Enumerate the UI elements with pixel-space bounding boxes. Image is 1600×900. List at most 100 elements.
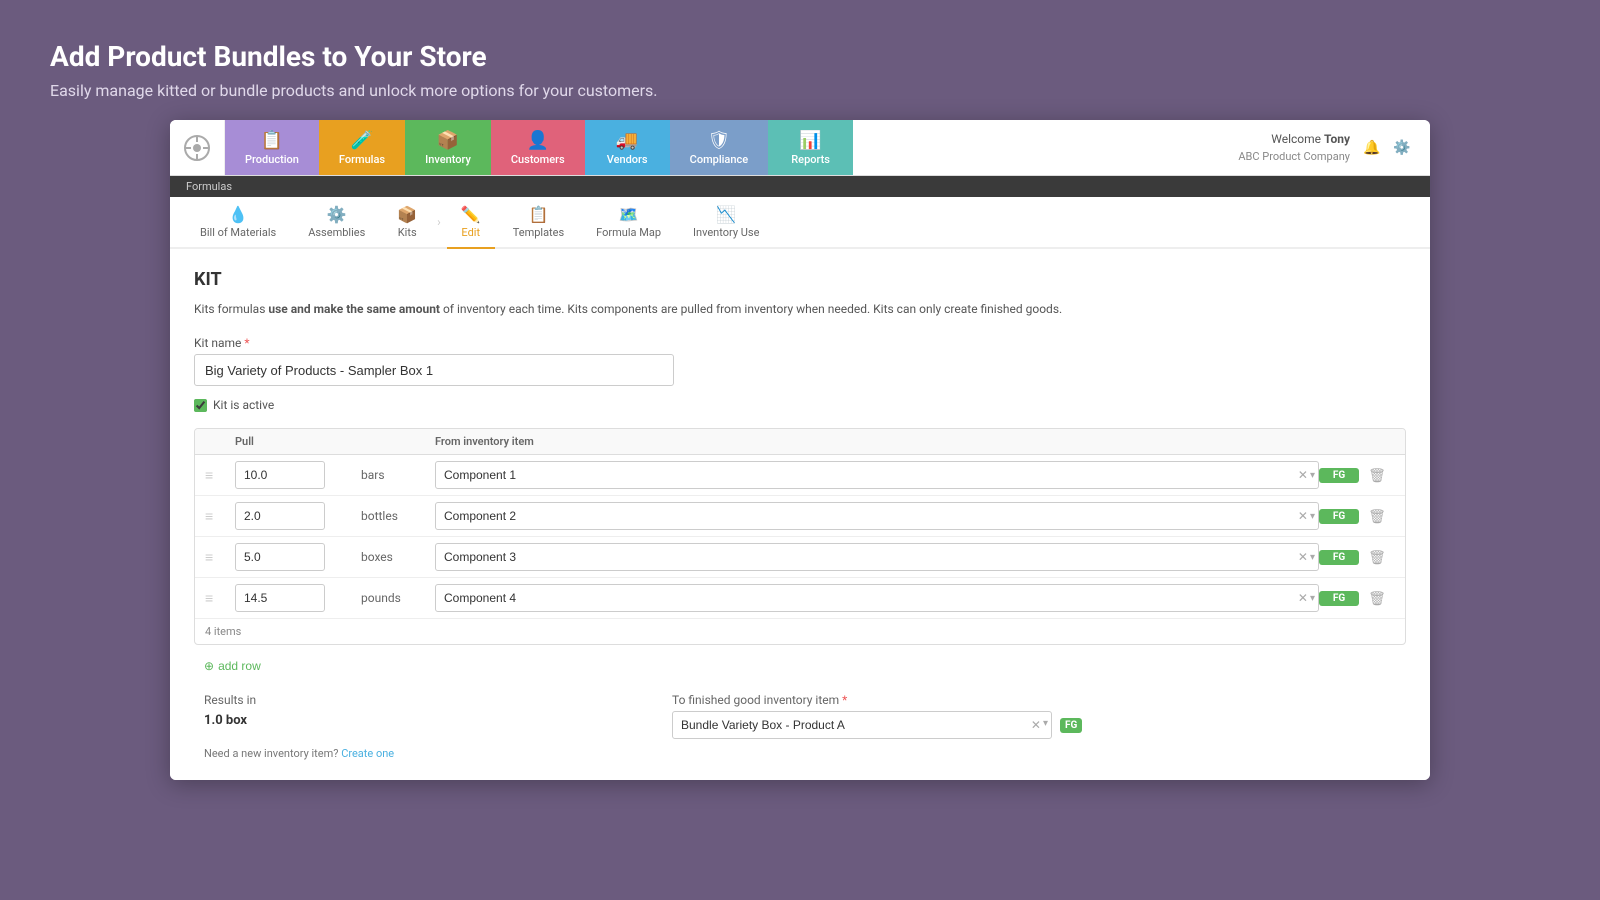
component-select-wrapper-3: Component 3 ✕ ▾	[435, 543, 1319, 571]
table-row: ≡ bars Component 1 ✕ ▾ FG 🗑	[195, 455, 1405, 496]
drag-handle[interactable]: ≡	[205, 467, 235, 484]
clear-icon-1[interactable]: ✕	[1298, 468, 1308, 482]
quantity-input-1[interactable]	[235, 461, 325, 489]
drag-handle[interactable]: ≡	[205, 590, 235, 607]
fg-badge-4: FG	[1319, 591, 1359, 606]
content-area: KIT Kits formulas use and make the same …	[170, 249, 1430, 780]
nav-right: Welcome Tony ABC Product Company 🔔 ⚙️	[1238, 131, 1430, 165]
nav-chevron: ›	[435, 215, 443, 229]
subnav-assemblies[interactable]: ⚙️ Assemblies	[294, 197, 379, 249]
finished-item-select-wrapper: Bundle Variety Box - Product A ✕ ▾	[672, 711, 1052, 739]
delete-row-3[interactable]: 🗑	[1359, 547, 1395, 568]
drag-handle[interactable]: ≡	[205, 508, 235, 525]
finished-chevron-icon[interactable]: ▾	[1043, 718, 1048, 732]
finished-item-row: Bundle Variety Box - Product A ✕ ▾ FG	[672, 711, 1396, 739]
chevron-down-icon-3[interactable]: ▾	[1310, 552, 1315, 563]
notification-icon[interactable]: 🔔	[1360, 136, 1384, 160]
quantity-input-4[interactable]	[235, 584, 325, 612]
delete-row-2[interactable]: 🗑	[1359, 506, 1395, 527]
drag-handle[interactable]: ≡	[205, 549, 235, 566]
subnav-templates[interactable]: 📋 Templates	[499, 197, 578, 249]
subnav-edit[interactable]: ✏️ Edit	[447, 197, 495, 249]
kit-active-checkbox[interactable]	[194, 399, 207, 412]
clear-icon-2[interactable]: ✕	[1298, 509, 1308, 523]
new-item-hint-text: Need a new inventory item?	[204, 747, 338, 760]
inventory-icon: 📦	[437, 130, 459, 151]
app-logo[interactable]	[170, 120, 225, 175]
welcome-text: Welcome Tony ABC Product Company	[1238, 131, 1350, 165]
add-row-button[interactable]: ⊕ add row	[194, 655, 271, 677]
kit-desc-bold: use and make the same amount	[268, 302, 440, 316]
component-select-3[interactable]: Component 3	[435, 543, 1319, 571]
nav-item-customers[interactable]: 👤 Customers	[491, 120, 585, 175]
unit-label-3: boxes	[355, 550, 435, 564]
templates-icon: 📋	[528, 205, 548, 224]
nav-item-reports[interactable]: 📊 Reports	[768, 120, 853, 175]
nav-label-inventory: Inventory	[425, 153, 471, 166]
page-title: Add Product Bundles to Your Store	[50, 40, 1550, 73]
fg-badge-1: FG	[1319, 468, 1359, 483]
customers-icon: 👤	[527, 130, 549, 151]
subnav-formula-map[interactable]: 🗺️ Formula Map	[582, 197, 675, 249]
subnav-label-assemblies: Assemblies	[308, 226, 365, 239]
component-select-2[interactable]: Component 2	[435, 502, 1319, 530]
bom-icon: 💧	[228, 205, 248, 224]
kits-icon: 📦	[397, 205, 417, 224]
subnav-label-templates: Templates	[513, 226, 564, 239]
kit-name-group: Kit name *	[194, 336, 1406, 386]
add-row-label: add row	[218, 659, 261, 673]
clear-icon-3[interactable]: ✕	[1298, 550, 1308, 564]
delete-row-1[interactable]: 🗑	[1359, 465, 1395, 486]
component-select-wrapper-1: Component 1 ✕ ▾	[435, 461, 1319, 489]
nav-item-vendors[interactable]: 🚚 Vendors	[585, 120, 670, 175]
nav-label-formulas: Formulas	[339, 153, 385, 166]
delete-row-4[interactable]: 🗑	[1359, 588, 1395, 609]
nav-action-icons: 🔔 ⚙️	[1360, 136, 1414, 160]
subnav-label-kits: Kits	[398, 226, 417, 239]
create-one-link[interactable]: Create one	[341, 747, 394, 760]
table-row: ≡ boxes Component 3 ✕ ▾ FG 🗑	[195, 537, 1405, 578]
clear-icon-4[interactable]: ✕	[1298, 591, 1308, 605]
nav-label-compliance: Compliance	[690, 153, 748, 166]
chevron-down-icon-1[interactable]: ▾	[1310, 470, 1315, 481]
quantity-input-3[interactable]	[235, 543, 325, 571]
results-label: Results in	[204, 693, 664, 707]
finished-item-select[interactable]: Bundle Variety Box - Product A	[672, 711, 1052, 739]
kit-name-input[interactable]	[194, 354, 674, 386]
component-select-4[interactable]: Component 4	[435, 584, 1319, 612]
production-icon: 📋	[261, 130, 283, 151]
subnav-kits[interactable]: 📦 Kits	[383, 197, 431, 249]
subnav-label-inventory-use: Inventory Use	[693, 226, 759, 239]
user-name: Tony	[1324, 132, 1350, 146]
vendors-icon: 🚚	[616, 130, 638, 151]
table-header: Pull From inventory item	[195, 429, 1405, 455]
chevron-down-icon-2[interactable]: ▾	[1310, 511, 1315, 522]
unit-label-2: bottles	[355, 509, 435, 523]
reports-icon: 📊	[799, 130, 821, 151]
nav-item-inventory[interactable]: 📦 Inventory	[405, 120, 491, 175]
finished-clear-icon[interactable]: ✕	[1031, 718, 1041, 732]
nav-item-compliance[interactable]: 🛡 Compliance	[670, 120, 768, 175]
settings-icon[interactable]: ⚙️	[1390, 136, 1414, 160]
company-name: ABC Product Company	[1238, 150, 1350, 163]
component-select-1[interactable]: Component 1	[435, 461, 1319, 489]
chevron-down-icon-4[interactable]: ▾	[1310, 593, 1315, 604]
subnav-label-edit: Edit	[461, 226, 480, 239]
fg-badge-2: FG	[1319, 509, 1359, 524]
results-section: Results in To finished good inventory it…	[194, 693, 1406, 739]
col-pull: Pull	[235, 435, 355, 448]
page-subtitle: Easily manage kitted or bundle products …	[50, 81, 1550, 100]
table-footer: 4 items	[195, 619, 1405, 644]
edit-icon: ✏️	[461, 205, 481, 224]
nav-item-formulas[interactable]: 🧪 Formulas	[319, 120, 405, 175]
unit-label-4: pounds	[355, 591, 435, 605]
breadcrumb: Formulas	[170, 176, 1430, 197]
subnav-inventory-use[interactable]: 📉 Inventory Use	[679, 197, 773, 249]
nav-item-production[interactable]: 📋 Production	[225, 120, 319, 175]
kit-desc-suffix: of inventory each time. Kits components …	[440, 302, 1062, 316]
quantity-input-2[interactable]	[235, 502, 325, 530]
kit-active-row: Kit is active	[194, 398, 1406, 412]
subnav-bom[interactable]: 💧 Bill of Materials	[186, 197, 290, 249]
finished-fg-badge: FG	[1060, 718, 1082, 733]
kit-description: Kits formulas use and make the same amou…	[194, 300, 1406, 318]
